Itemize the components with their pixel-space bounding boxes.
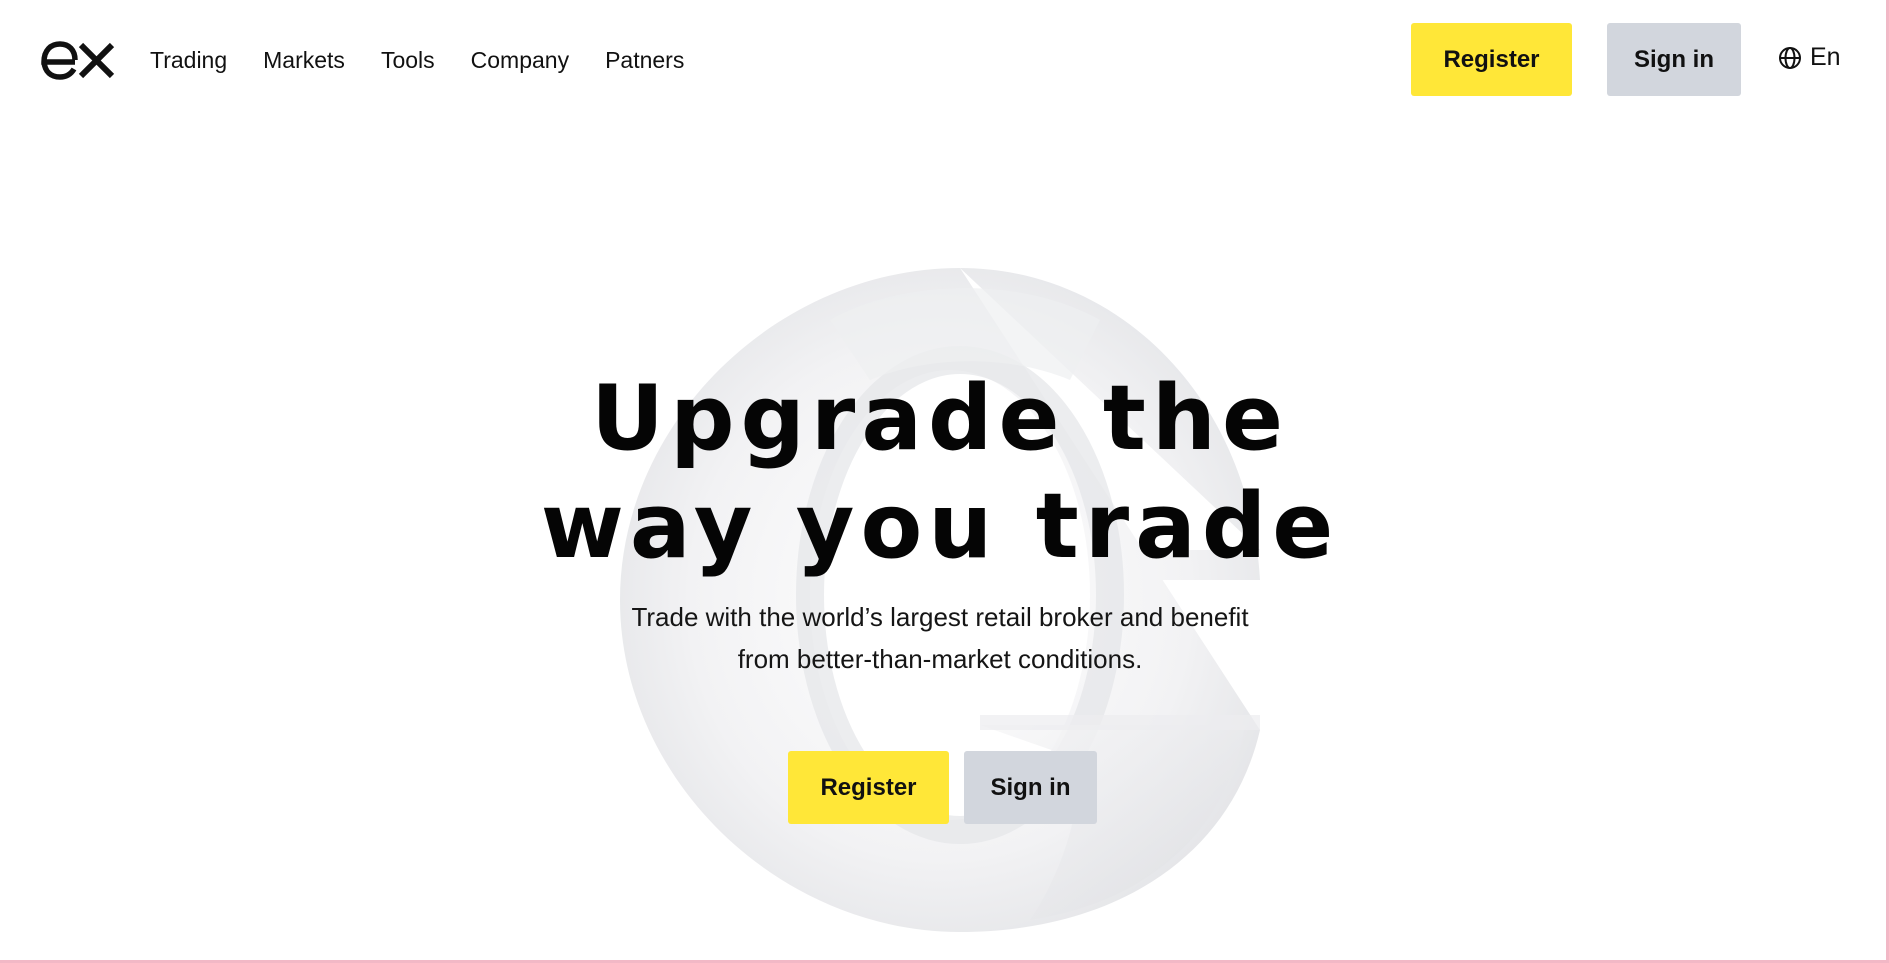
header-register-button[interactable]: Register (1411, 23, 1572, 96)
header-signin-button[interactable]: Sign in (1607, 23, 1741, 96)
nav-item-company[interactable]: Company (471, 45, 569, 75)
language-selector[interactable]: En (1778, 43, 1841, 72)
site-header: Trading Markets Tools Company Patners Re… (0, 0, 1889, 120)
hero-title-line-1: Upgrade the (591, 366, 1289, 471)
nav-item-tools[interactable]: Tools (381, 45, 435, 75)
ex-logo[interactable] (40, 36, 116, 84)
hero-subtitle-line-1: Trade with the world’s largest retail br… (631, 602, 1249, 632)
page: Trading Markets Tools Company Patners Re… (0, 0, 1889, 963)
language-label: En (1810, 43, 1841, 71)
hero-title: Upgrade the way you trade (540, 365, 1340, 581)
hero-subtitle: Trade with the world’s largest retail br… (590, 596, 1290, 680)
main-nav: Trading Markets Tools Company Patners (150, 45, 720, 75)
nav-item-trading[interactable]: Trading (150, 45, 227, 75)
hero-title-line-2: way you trade (540, 474, 1340, 579)
hero-signin-button[interactable]: Sign in (964, 751, 1097, 824)
nav-item-partners[interactable]: Patners (605, 45, 684, 75)
nav-item-markets[interactable]: Markets (263, 45, 345, 75)
globe-icon (1779, 46, 1801, 69)
hero-subtitle-line-2: from better-than-market conditions. (737, 644, 1143, 674)
hero-register-button[interactable]: Register (788, 751, 949, 824)
